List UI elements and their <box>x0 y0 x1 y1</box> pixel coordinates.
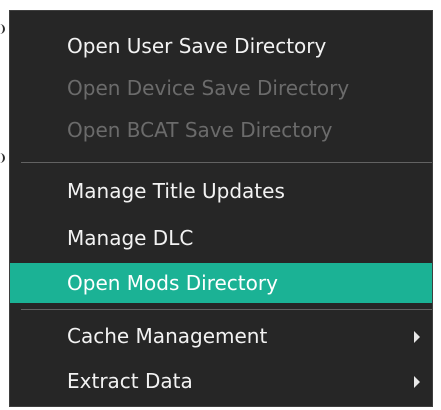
menu-item-open-mods-directory[interactable]: Open Mods Directory <box>10 263 432 303</box>
menu-item-open-device-save-directory: Open Device Save Directory <box>67 76 350 100</box>
background-edge-mark <box>0 153 5 163</box>
submenu-arrow-icon <box>414 376 420 388</box>
menu-separator <box>21 162 432 163</box>
menu-separator <box>21 309 432 310</box>
context-menu: Open User Save Directory Open Device Sav… <box>9 10 433 407</box>
menu-item-extract-data[interactable]: Extract Data <box>10 363 432 399</box>
menu-item-open-user-save-directory[interactable]: Open User Save Directory <box>10 28 432 64</box>
menu-item-label: Cache Management <box>67 324 268 348</box>
menu-item-cache-management[interactable]: Cache Management <box>10 318 432 354</box>
menu-item-manage-title-updates[interactable]: Manage Title Updates <box>10 173 432 209</box>
submenu-arrow-icon <box>414 331 420 343</box>
menu-item-manage-dlc[interactable]: Manage DLC <box>10 220 432 256</box>
menu-item-label: Extract Data <box>67 369 193 393</box>
menu-item-open-bcat-save-directory: Open BCAT Save Directory <box>67 118 333 142</box>
background-edge-mark <box>0 24 5 34</box>
